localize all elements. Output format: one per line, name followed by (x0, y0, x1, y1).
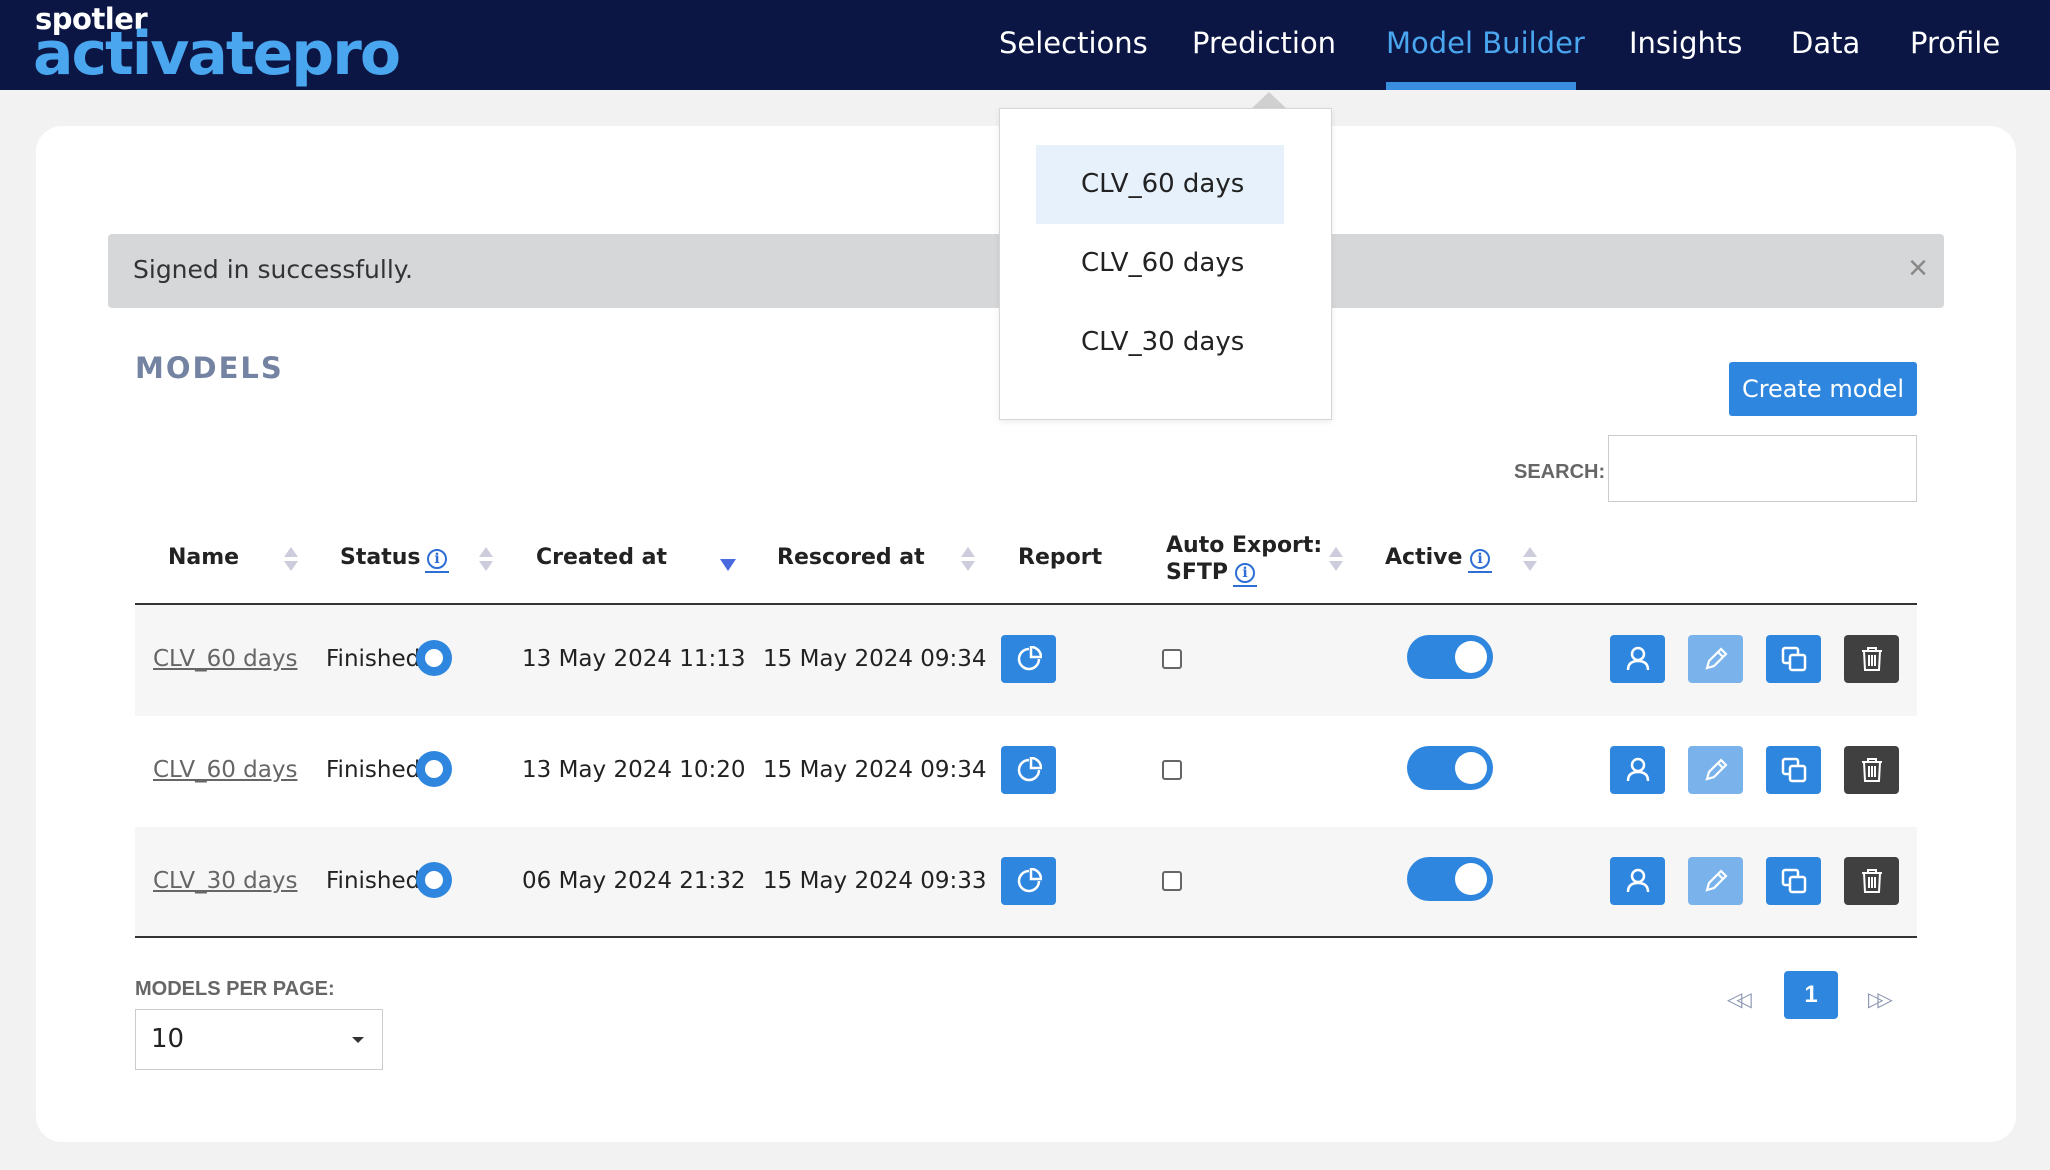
create-model-button[interactable]: Create model (1729, 362, 1917, 416)
table-bottom-divider (135, 936, 1917, 938)
model-name-link[interactable]: CLV_30 days (153, 868, 297, 894)
assign-user-button[interactable] (1610, 635, 1665, 683)
nav-prediction[interactable]: Prediction (1192, 26, 1336, 60)
search-input[interactable] (1608, 435, 1917, 502)
nav-model-builder[interactable]: Model Builder (1386, 26, 1585, 60)
copy-icon (1781, 868, 1806, 894)
page-title: MODELS (135, 351, 284, 385)
sort-icon[interactable] (479, 547, 493, 573)
info-icon[interactable]: i (1233, 563, 1257, 587)
dropdown-item[interactable]: CLV_30 days (1036, 303, 1284, 382)
duplicate-button[interactable] (1766, 635, 1821, 683)
created-at: 13 May 2024 11:13 (522, 646, 746, 672)
brand-logo[interactable]: activatepro (33, 22, 401, 86)
info-icon[interactable]: i (425, 549, 449, 573)
pencil-icon (1704, 869, 1728, 892)
delete-button[interactable] (1844, 635, 1899, 683)
first-page-icon[interactable]: ◁◁ (1727, 987, 1752, 1012)
sort-icon[interactable] (1523, 547, 1537, 573)
user-icon (1626, 757, 1649, 782)
dropdown-item[interactable]: CLV_60 days (1036, 145, 1284, 224)
per-page-select[interactable]: 10 (135, 1009, 383, 1070)
per-page-label: MODELS PER PAGE: (135, 978, 335, 1000)
pie-chart-icon (1017, 646, 1042, 671)
prediction-dropdown: CLV_60 days CLV_60 days CLV_30 days (999, 108, 1332, 420)
chevron-down-icon (352, 1037, 364, 1043)
sort-icon[interactable] (284, 547, 298, 573)
nav-profile[interactable]: Profile (1910, 26, 2000, 60)
delete-button[interactable] (1844, 857, 1899, 905)
assign-user-button[interactable] (1610, 746, 1665, 794)
column-header-name[interactable]: Name (168, 545, 239, 570)
dropdown-item[interactable]: CLV_60 days (1036, 224, 1284, 303)
trash-icon (1861, 869, 1882, 893)
report-button[interactable] (1001, 857, 1056, 905)
auto-export-checkbox[interactable] (1162, 871, 1182, 891)
pie-chart-icon (1017, 757, 1042, 782)
edit-button[interactable] (1688, 635, 1743, 683)
rescored-at: 15 May 2024 09:34 (763, 757, 987, 783)
search-label: SEARCH: (1514, 461, 1606, 483)
pencil-icon (1704, 758, 1728, 781)
edit-button[interactable] (1688, 857, 1743, 905)
info-icon[interactable]: i (1468, 549, 1492, 573)
column-header-auto-export-sftp[interactable]: SFTP (1166, 560, 1228, 585)
status-text: Finished (326, 757, 421, 783)
created-at: 06 May 2024 21:32 (522, 868, 746, 894)
auto-export-checkbox[interactable] (1162, 760, 1182, 780)
column-header-rescored[interactable]: Rescored at (777, 545, 925, 570)
nav-insights[interactable]: Insights (1629, 26, 1742, 60)
per-page-value: 10 (151, 1024, 185, 1054)
status-icon (416, 640, 452, 676)
column-header-report: Report (1018, 545, 1103, 570)
nav-active-indicator (1386, 82, 1576, 90)
last-page-icon[interactable]: ▷▷ (1868, 987, 1893, 1012)
sort-icon[interactable] (961, 547, 975, 573)
column-header-active[interactable]: Active (1385, 545, 1462, 570)
pie-chart-icon (1017, 868, 1042, 893)
dropdown-arrow (1251, 92, 1287, 109)
close-icon[interactable]: × (1908, 248, 1928, 288)
created-at: 13 May 2024 10:20 (522, 757, 746, 783)
status-icon (416, 751, 452, 787)
pencil-icon (1704, 647, 1728, 670)
duplicate-button[interactable] (1766, 857, 1821, 905)
copy-icon (1781, 646, 1806, 672)
report-button[interactable] (1001, 746, 1056, 794)
sort-desc-icon[interactable] (720, 559, 736, 571)
alert-message: Signed in successfully. (133, 255, 413, 284)
column-header-created[interactable]: Created at (536, 545, 667, 570)
page-current[interactable]: 1 (1784, 971, 1838, 1019)
active-toggle[interactable] (1407, 746, 1493, 790)
rescored-at: 15 May 2024 09:33 (763, 868, 987, 894)
column-header-status[interactable]: Status (340, 545, 420, 570)
status-icon (416, 862, 452, 898)
status-text: Finished (326, 646, 421, 672)
trash-icon (1861, 647, 1882, 671)
copy-icon (1781, 757, 1806, 783)
rescored-at: 15 May 2024 09:34 (763, 646, 987, 672)
report-button[interactable] (1001, 635, 1056, 683)
top-navbar: spotler activatepro Selections Predictio… (0, 0, 2050, 90)
auto-export-checkbox[interactable] (1162, 649, 1182, 669)
nav-selections[interactable]: Selections (999, 26, 1148, 60)
trash-icon (1861, 758, 1882, 782)
column-header-auto-export[interactable]: Auto Export: (1166, 533, 1322, 559)
active-toggle[interactable] (1407, 635, 1493, 679)
model-name-link[interactable]: CLV_60 days (153, 646, 297, 672)
active-toggle[interactable] (1407, 857, 1493, 901)
status-text: Finished (326, 868, 421, 894)
edit-button[interactable] (1688, 746, 1743, 794)
delete-button[interactable] (1844, 746, 1899, 794)
model-name-link[interactable]: CLV_60 days (153, 757, 297, 783)
duplicate-button[interactable] (1766, 746, 1821, 794)
user-icon (1626, 868, 1649, 893)
nav-data[interactable]: Data (1791, 26, 1860, 60)
sort-icon[interactable] (1329, 547, 1343, 573)
user-icon (1626, 646, 1649, 671)
assign-user-button[interactable] (1610, 857, 1665, 905)
